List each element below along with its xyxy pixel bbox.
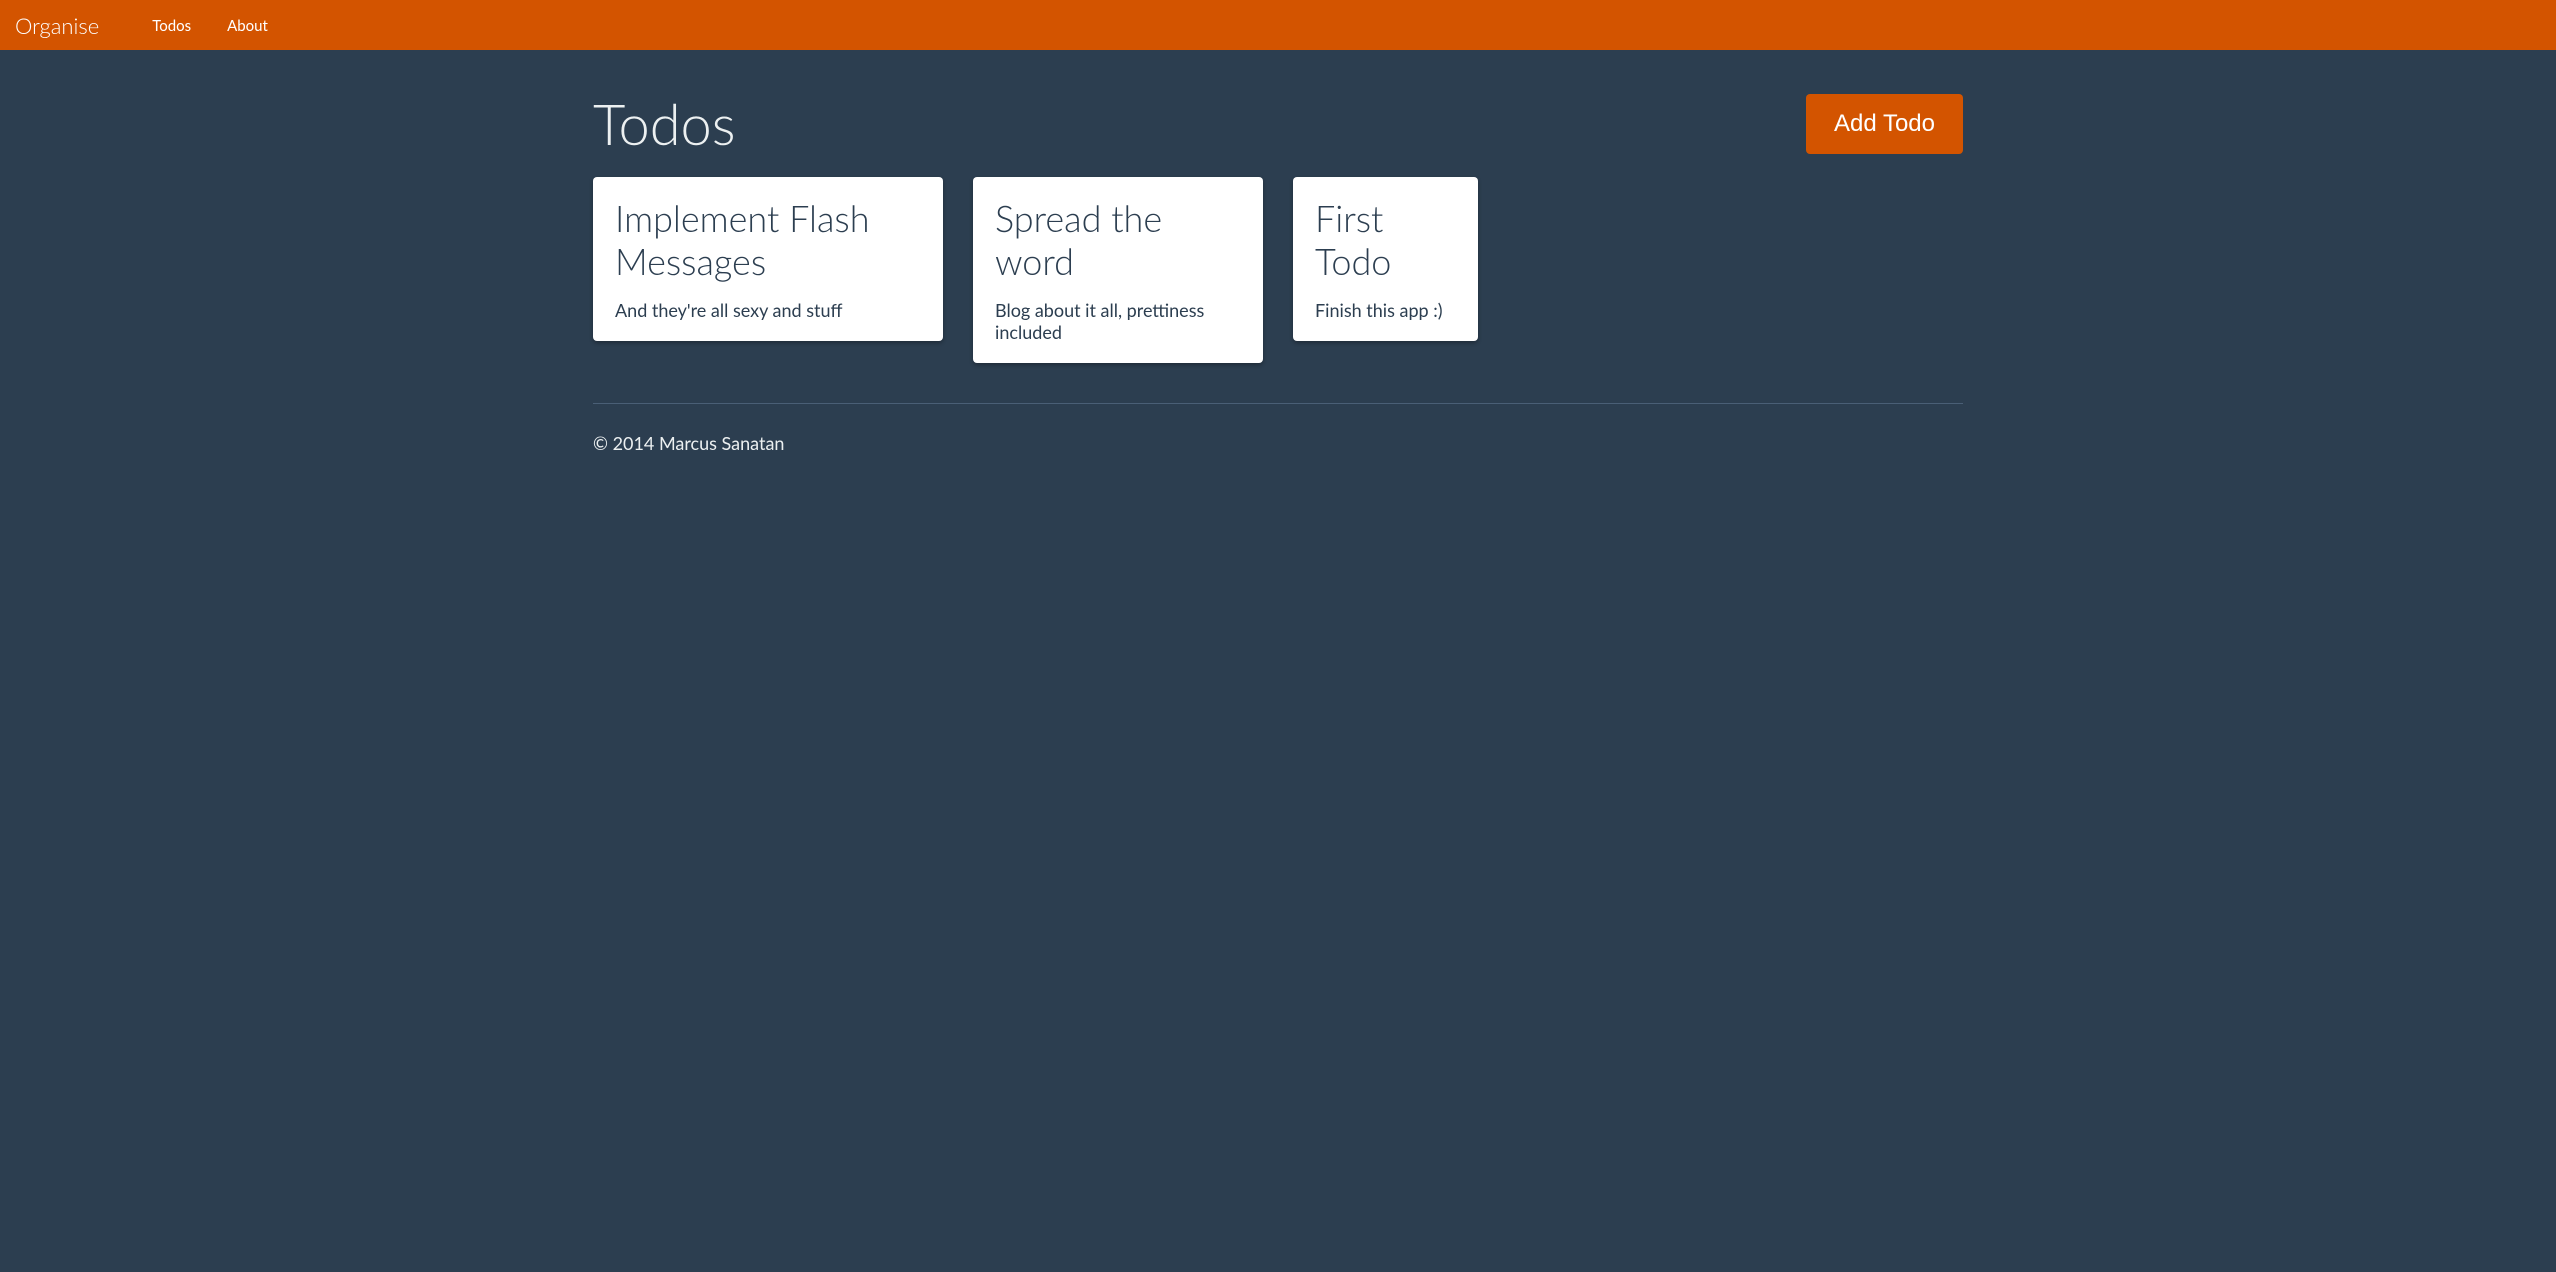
todo-card[interactable]: Implement Flash Messages And they're all… bbox=[593, 177, 943, 341]
navbar: Organise Todos About bbox=[0, 0, 2556, 50]
footer-copyright: © 2014 Marcus Sanatan bbox=[593, 432, 1963, 454]
todo-card[interactable]: Spread the word Blog about it all, prett… bbox=[973, 177, 1263, 363]
todo-title: First Todo bbox=[1315, 197, 1456, 283]
navbar-brand[interactable]: Organise bbox=[15, 12, 114, 39]
nav-link-about[interactable]: About bbox=[227, 17, 268, 35]
todo-description: And they're all sexy and stuff bbox=[615, 299, 921, 321]
todo-description: Blog about it all, prettiness included bbox=[995, 299, 1241, 343]
divider bbox=[593, 403, 1963, 404]
page-header: Todos Add Todo bbox=[593, 50, 1963, 177]
footer: © 2014 Marcus Sanatan bbox=[593, 424, 1963, 474]
nav-link-todos[interactable]: Todos bbox=[152, 17, 191, 35]
todo-card[interactable]: First Todo Finish this app :) bbox=[1293, 177, 1478, 341]
todo-description: Finish this app :) bbox=[1315, 299, 1456, 321]
todo-title: Spread the word bbox=[995, 197, 1241, 283]
add-todo-button[interactable]: Add Todo bbox=[1806, 94, 1963, 154]
todos-row: Implement Flash Messages And they're all… bbox=[578, 177, 1978, 383]
page-title: Todos bbox=[593, 90, 736, 157]
navbar-nav: Todos About bbox=[134, 16, 286, 35]
todo-title: Implement Flash Messages bbox=[615, 197, 921, 283]
